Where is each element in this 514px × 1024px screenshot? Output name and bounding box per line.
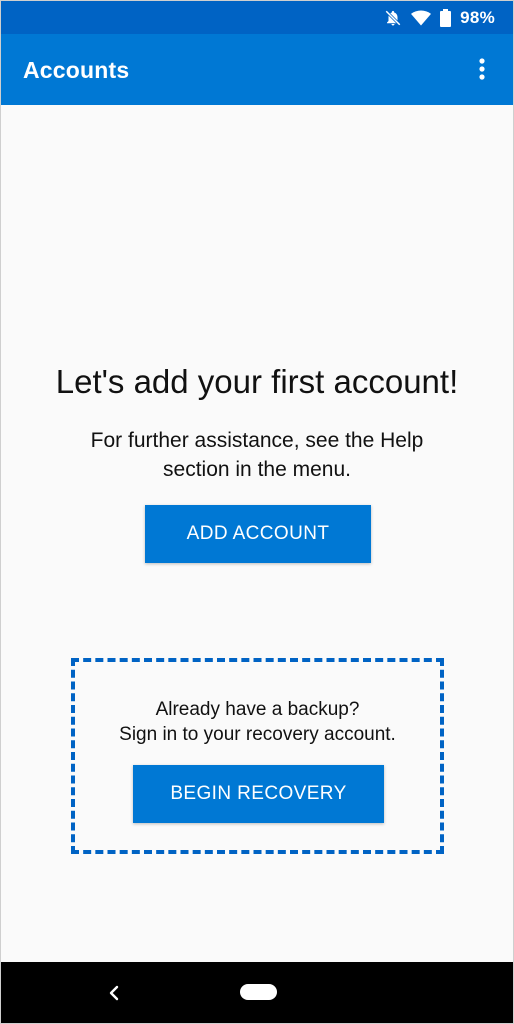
more-vert-icon[interactable]	[467, 54, 497, 84]
recovery-panel: Already have a backup? Sign in to your r…	[71, 658, 444, 854]
status-icons: 98%	[384, 1, 495, 34]
help-hint: For further assistance, see the Help sec…	[1, 426, 513, 484]
begin-recovery-button[interactable]: BEGIN RECOVERY	[133, 765, 384, 823]
help-hint-line1: For further assistance, see the Help	[90, 429, 424, 452]
app-title: Accounts	[23, 57, 130, 83]
battery-percent: 98%	[460, 7, 495, 27]
home-pill-icon[interactable]	[240, 984, 277, 1000]
recovery-hint-line1: Already have a backup?	[155, 699, 360, 720]
back-chevron-icon[interactable]	[101, 980, 127, 1006]
notifications-off-icon	[384, 9, 402, 27]
page-title: Let's add your first account!	[55, 363, 459, 400]
recovery-hint: Already have a backup? Sign in to your r…	[75, 697, 440, 747]
system-nav-bar	[1, 962, 513, 1023]
wifi-icon	[411, 10, 432, 26]
recovery-hint-line2: Sign in to your recovery account.	[119, 724, 396, 745]
app-bar: Accounts	[1, 34, 513, 105]
battery-icon	[440, 8, 452, 27]
phone-screen: 98% Accounts Let's add your first accoun…	[0, 0, 514, 1024]
status-bar: 98%	[1, 1, 513, 34]
add-account-button[interactable]: ADD ACCOUNT	[145, 505, 371, 563]
help-hint-line2: section in the menu.	[163, 458, 351, 481]
